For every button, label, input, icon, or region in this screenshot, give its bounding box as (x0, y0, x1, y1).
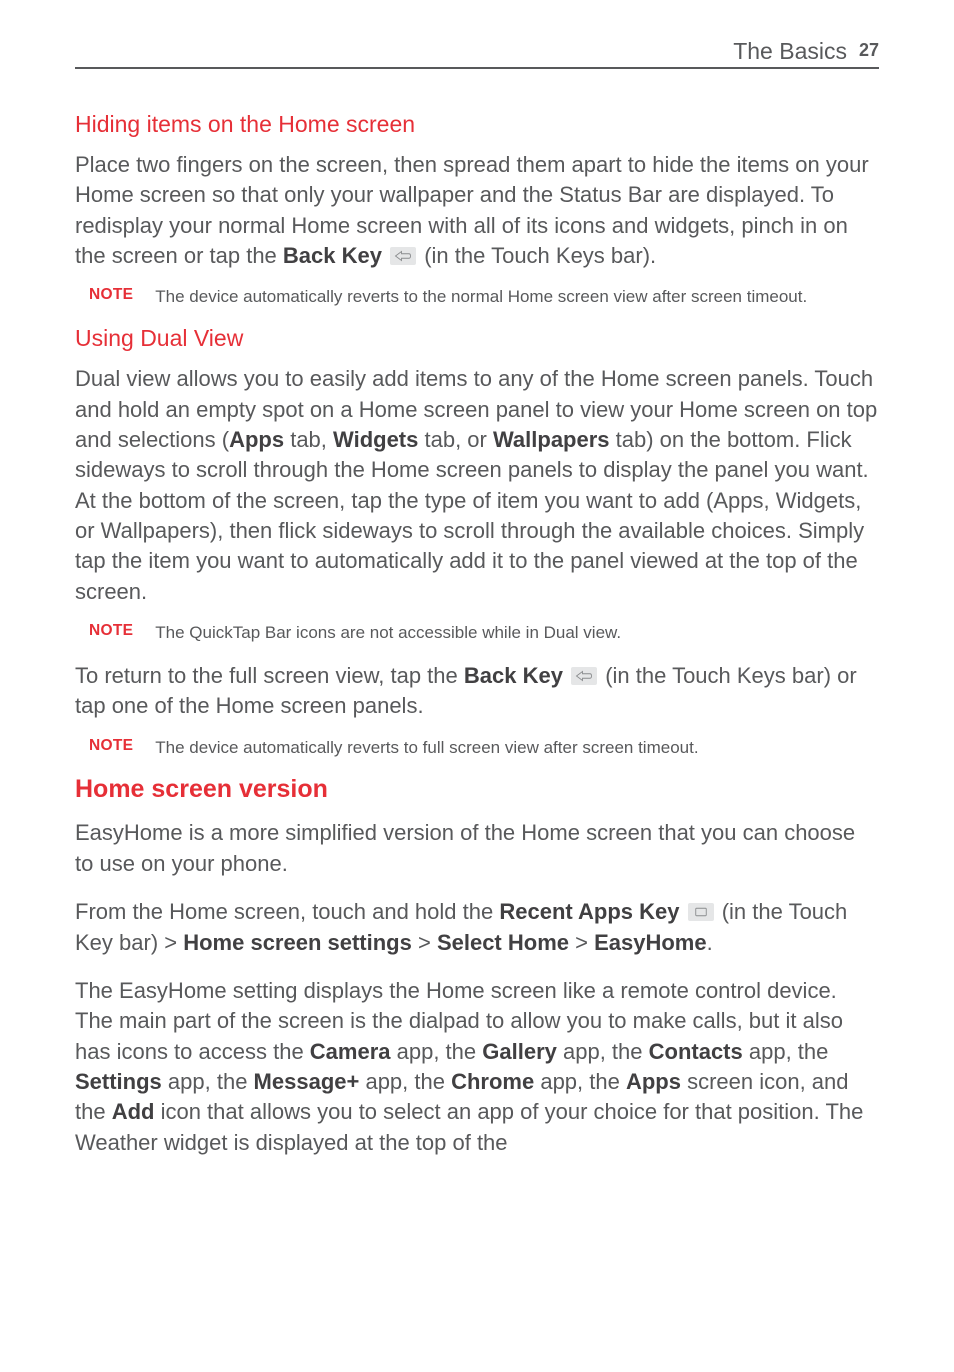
note-row: NOTE The device automatically reverts to… (75, 736, 879, 760)
widgets-tab-label: Widgets (333, 427, 418, 452)
note-label: NOTE (89, 285, 133, 304)
para-dual-view-1: Dual view allows you to easily add items… (75, 364, 879, 607)
text: . (707, 930, 713, 955)
back-key-icon (571, 667, 597, 685)
text: app, the (534, 1069, 626, 1094)
note-label: NOTE (89, 736, 133, 755)
note-text: The device automatically reverts to the … (155, 285, 807, 309)
add-icon-label: Add (112, 1099, 155, 1124)
wallpapers-tab-label: Wallpapers (493, 427, 610, 452)
text: tab) on the bottom. Flick sideways to sc… (75, 427, 869, 604)
gallery-app-label: Gallery (482, 1039, 557, 1064)
para-hiding-items: Place two fingers on the screen, then sp… (75, 150, 879, 271)
text: To return to the full screen view, tap t… (75, 663, 464, 688)
chrome-app-label: Chrome (451, 1069, 534, 1094)
camera-app-label: Camera (310, 1039, 391, 1064)
text: icon that allows you to select an app of… (75, 1099, 863, 1154)
back-key-label: Back Key (464, 663, 563, 688)
heading-hiding-items: Hiding items on the Home screen (75, 111, 879, 138)
text: tab, (284, 427, 333, 452)
text: > (412, 930, 437, 955)
section-title: The Basics (733, 38, 847, 65)
apps-tab-label: Apps (229, 427, 284, 452)
page-header: The Basics 27 (75, 38, 879, 69)
text: app, the (743, 1039, 829, 1064)
text: app, the (162, 1069, 254, 1094)
select-home-label: Select Home (437, 930, 569, 955)
recent-apps-key-label: Recent Apps Key (499, 899, 679, 924)
note-text: The QuickTap Bar icons are not accessibl… (155, 621, 621, 645)
easyhome-label: EasyHome (594, 930, 707, 955)
note-label: NOTE (89, 621, 133, 640)
text: From the Home screen, touch and hold the (75, 899, 499, 924)
note-row: NOTE The device automatically reverts to… (75, 285, 879, 309)
note-text: The device automatically reverts to full… (155, 736, 698, 760)
para-easyhome-intro: EasyHome is a more simplified version of… (75, 818, 879, 879)
contacts-app-label: Contacts (649, 1039, 743, 1064)
para-dual-view-return: To return to the full screen view, tap t… (75, 661, 879, 722)
text: > (569, 930, 594, 955)
back-key-icon (390, 247, 416, 265)
settings-app-label: Settings (75, 1069, 162, 1094)
heading-home-version: Home screen version (75, 775, 879, 804)
text: tab, or (418, 427, 493, 452)
page-number: 27 (859, 40, 879, 61)
apps-icon-label: Apps (626, 1069, 681, 1094)
text: app, the (557, 1039, 649, 1064)
text: (in the Touch Keys bar). (418, 243, 656, 268)
home-settings-label: Home screen settings (183, 930, 412, 955)
back-key-label: Back Key (283, 243, 382, 268)
message-plus-app-label: Message+ (254, 1069, 360, 1094)
para-easyhome-path: From the Home screen, touch and hold the… (75, 897, 879, 958)
para-easyhome-desc: The EasyHome setting displays the Home s… (75, 976, 879, 1158)
heading-dual-view: Using Dual View (75, 325, 879, 352)
text: app, the (391, 1039, 483, 1064)
note-row: NOTE The QuickTap Bar icons are not acce… (75, 621, 879, 645)
text: app, the (359, 1069, 451, 1094)
recent-apps-key-icon (688, 903, 714, 921)
